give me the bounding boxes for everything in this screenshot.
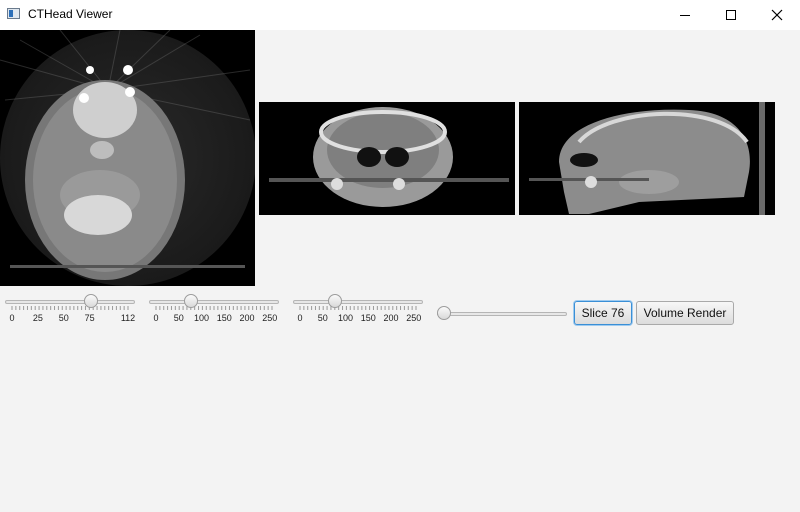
title-bar: CTHead Viewer xyxy=(0,0,800,30)
sagittal-ct-image xyxy=(529,102,765,215)
slider-thumb[interactable] xyxy=(437,306,451,320)
slider-track xyxy=(293,300,423,304)
slider-tick-label: 100 xyxy=(193,313,209,323)
app-window-icon xyxy=(7,8,20,19)
close-button[interactable] xyxy=(754,0,800,30)
slice-button[interactable]: Slice 76 xyxy=(574,301,632,325)
volume-render-button[interactable]: Volume Render xyxy=(636,301,734,325)
coronal-slice-slider[interactable]: 0 50 100 150 200 250 xyxy=(149,288,279,328)
slider-tick-label: 100 xyxy=(337,313,353,323)
slider-tick-label: 250 xyxy=(262,313,278,323)
coronal-ct-image xyxy=(269,107,509,207)
slider-tick-label: 75 xyxy=(84,313,95,323)
slider-tick-label: 50 xyxy=(58,313,69,323)
close-icon xyxy=(771,9,783,21)
slider-thumb[interactable] xyxy=(183,294,198,308)
slider-tick-label: 0 xyxy=(297,313,303,323)
sagittal-slice-slider[interactable]: 0 50 100 150 200 250 xyxy=(293,288,423,328)
slider-ticks xyxy=(299,306,417,310)
slider-tick-label: 112 xyxy=(120,313,136,323)
slider-tick-label: 50 xyxy=(173,313,184,323)
slider-ticks xyxy=(155,306,273,310)
slider-tick-label: 150 xyxy=(216,313,232,323)
slider-tick-label: 50 xyxy=(317,313,328,323)
axial-slice-slider[interactable]: 0 25 50 75 112 xyxy=(5,288,135,328)
slider-thumb[interactable] xyxy=(83,294,98,308)
slider-tick-label: 25 xyxy=(32,313,43,323)
slider-track xyxy=(437,312,567,316)
slider-tick-label: 150 xyxy=(360,313,376,323)
slider-tick-label: 0 xyxy=(9,313,15,323)
slider-tick-label: 200 xyxy=(239,313,255,323)
slider-track xyxy=(149,300,279,304)
slider-track xyxy=(5,300,135,304)
minimize-icon xyxy=(680,15,690,16)
maximize-icon xyxy=(726,10,736,20)
axial-slice-view xyxy=(0,30,255,286)
window-title: CTHead Viewer xyxy=(28,7,113,21)
axial-ct-image xyxy=(0,30,255,286)
slider-thumb[interactable] xyxy=(327,294,342,308)
maximize-button[interactable] xyxy=(708,0,754,30)
slider-tick-label: 200 xyxy=(383,313,399,323)
coronal-slice-view xyxy=(259,102,515,215)
slider-tick-label: 250 xyxy=(406,313,422,323)
minimize-button[interactable] xyxy=(662,0,708,30)
sagittal-slice-view xyxy=(519,102,775,215)
extra-slider[interactable] xyxy=(437,300,567,340)
slider-tick-label: 0 xyxy=(153,313,159,323)
slider-ticks xyxy=(11,306,129,310)
